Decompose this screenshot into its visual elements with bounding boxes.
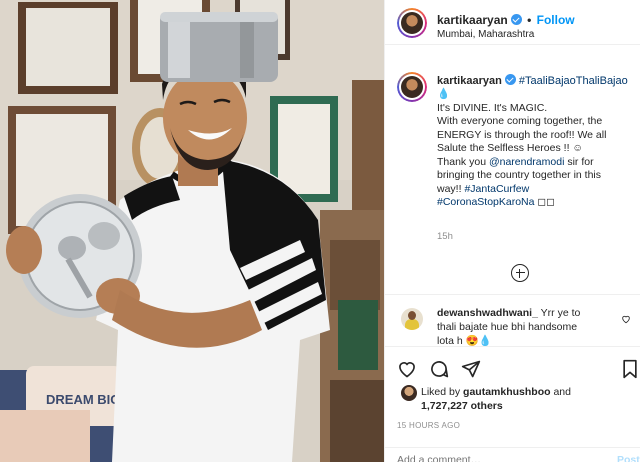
likes-text-segment: Liked by — [421, 386, 464, 398]
post-photo[interactable]: DREAM BIG — [0, 0, 384, 462]
caption-line: Salute the Selfless Heroes !! ☺ — [437, 142, 584, 154]
caption-time-ago: 15h — [437, 231, 453, 242]
likes-count[interactable]: 1,727,227 others — [421, 400, 503, 412]
comment-item: dewanshwadhwani_ Yrr ye to thali bajate … — [385, 300, 640, 347]
caption-username[interactable]: kartikaaryan — [437, 75, 502, 87]
bookmark-icon[interactable] — [621, 359, 639, 379]
post-side-panel: kartikaaryan • Follow Mumbai, Maharashtr… — [384, 0, 640, 462]
share-icon[interactable] — [461, 359, 481, 379]
verified-badge-icon — [504, 74, 516, 85]
caption-line: ENERGY is through the roof!! We all — [437, 128, 607, 141]
caption-text-segment: way!! — [437, 182, 465, 195]
commenter-avatar[interactable] — [401, 308, 423, 330]
caption-text-segment: sir for — [564, 155, 594, 168]
post-header: kartikaaryan • Follow Mumbai, Maharashtr… — [385, 0, 640, 45]
comment-text: dewanshwadhwani_ Yrr ye to thali bajate … — [437, 306, 607, 348]
liked-by-username[interactable]: gautamkhushboo — [463, 386, 551, 398]
post-timestamp: 15 HOURS AGO — [397, 421, 461, 430]
divider — [385, 294, 640, 295]
verified-badge-icon — [510, 14, 522, 25]
separator-dot: • — [527, 13, 532, 27]
comment-icon[interactable] — [429, 359, 449, 379]
heart-icon[interactable] — [397, 359, 417, 379]
post-location[interactable]: Mumbai, Maharashtra — [437, 29, 534, 40]
comment-text-segment: thali bajate hue bhi handsome — [437, 321, 578, 333]
mention-link[interactable]: @narendramodi — [489, 156, 564, 168]
author-avatar[interactable] — [397, 8, 427, 38]
author-line: kartikaaryan • Follow — [437, 13, 575, 27]
caption-line: way!! #JantaCurfew — [437, 183, 633, 197]
caption-line: #CoronaStopKaroNa ◻◻ — [437, 196, 633, 210]
caption-text: 💧 It's DIVINE. It's MAGIC. With everyone… — [437, 88, 633, 210]
caption-author-avatar[interactable] — [397, 72, 427, 102]
author-username[interactable]: kartikaaryan — [437, 13, 508, 27]
add-circle-icon[interactable] — [511, 264, 529, 282]
caption-hashtag[interactable]: #TaaliBajaoThaliBajao — [519, 75, 628, 87]
follow-button[interactable]: Follow — [537, 13, 575, 27]
add-comment-input[interactable] — [397, 454, 557, 462]
caption-line: It's DIVINE. It's MAGIC. — [437, 101, 548, 114]
liked-by-avatar[interactable] — [401, 385, 417, 401]
commenter-username[interactable]: dewanshwadhwani_ — [437, 307, 538, 319]
caption-line: With everyone coming together, the — [437, 115, 603, 127]
post-comment-button[interactable]: Post — [617, 454, 640, 462]
likes-summary: Liked by gautamkhushboo and 1,727,227 ot… — [421, 385, 571, 413]
post-image: DREAM BIG — [0, 0, 384, 462]
cushion-text: DREAM BIG — [46, 392, 120, 407]
hashtag-link[interactable]: #CoronaStopKaroNa — [437, 196, 534, 208]
post-actions: Liked by gautamkhushboo and 1,727,227 ot… — [385, 346, 640, 462]
caption-text-segment: ◻◻ — [534, 196, 555, 208]
caption-header: kartikaaryan #TaaliBajaoThaliBajao — [437, 74, 628, 87]
caption-emoji-line: 💧 — [437, 88, 451, 100]
caption-area: kartikaaryan #TaaliBajaoThaliBajao 💧 It'… — [385, 44, 640, 294]
likes-text-segment: and — [550, 386, 571, 398]
caption-text-segment: Thank you — [437, 155, 489, 168]
caption-line: Thank you @narendramodi sir for — [437, 156, 633, 170]
comment-text-segment: Yrr ye to — [537, 307, 581, 319]
caption-line: bringing the country together in this — [437, 169, 602, 181]
comment-like-heart-icon[interactable] — [621, 314, 631, 324]
hashtag-link[interactable]: #JantaCurfew — [464, 183, 529, 195]
add-comment-row: Post — [385, 447, 640, 462]
